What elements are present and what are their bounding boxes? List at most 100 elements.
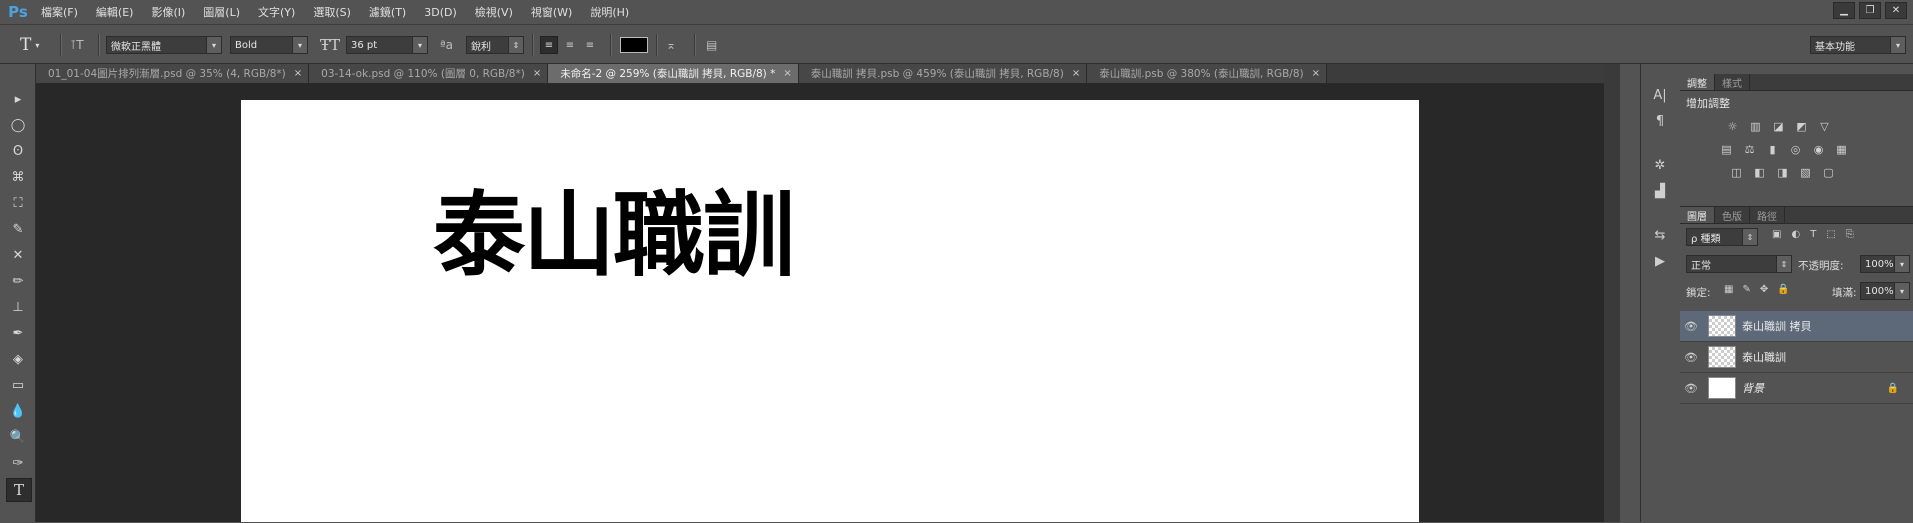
brush-tool-icon[interactable]: ✏ <box>6 270 30 292</box>
canvas-text-layer[interactable]: 泰山職訓 <box>433 190 795 282</box>
menu-edit[interactable]: 編輯(E) <box>87 4 143 20</box>
marquee-tool-icon[interactable]: ◯ <box>6 114 30 136</box>
stamp-tool-icon[interactable]: ⊥ <box>6 296 30 318</box>
align-center-icon[interactable]: ≡ <box>562 37 578 53</box>
pen-tool-icon[interactable]: ✑ <box>6 452 30 474</box>
filter-type-icon[interactable]: T <box>1810 229 1816 240</box>
minimize-button[interactable]: ▁ <box>1833 2 1855 19</box>
character-icon[interactable]: A| <box>1651 86 1669 104</box>
color-balance-icon[interactable]: ⚖ <box>1741 142 1758 157</box>
tab-document-4[interactable]: 泰山職訓 拷貝.psb @ 459% (泰山職訓 拷貝, RGB/8) × <box>798 64 1088 83</box>
hue-saturation-icon[interactable]: ▤ <box>1718 142 1735 157</box>
swap-icon[interactable]: ⇆ <box>1651 226 1669 244</box>
menu-filter[interactable]: 濾鏡(T) <box>360 4 415 20</box>
layer-name[interactable]: 背景 <box>1742 380 1764 396</box>
anti-alias-select[interactable]: 銳利 ⇕ <box>466 36 524 54</box>
lasso-tool-icon[interactable]: ʘ <box>6 140 30 162</box>
brightness-icon[interactable]: ☼ <box>1724 119 1741 134</box>
layer-name[interactable]: 泰山職訓 拷貝 <box>1742 318 1812 334</box>
layer-row[interactable]: 👁 泰山職訓 <box>1680 342 1913 373</box>
type-tool-icon[interactable]: T <box>6 478 32 502</box>
menu-select[interactable]: 選取(S) <box>304 4 360 20</box>
filter-shape-icon[interactable]: ⬚ <box>1826 229 1835 240</box>
dodge-tool-icon[interactable]: 🔍 <box>6 426 30 448</box>
vertical-scrollbar[interactable] <box>1604 64 1620 522</box>
invert-icon[interactable]: ◫ <box>1728 165 1745 180</box>
navigator-icon[interactable]: ✲ <box>1651 156 1669 174</box>
warp-text-icon[interactable]: ⌅ <box>666 35 676 55</box>
menu-image[interactable]: 影像(I) <box>142 4 194 20</box>
selective-color-icon[interactable]: ▧ <box>1797 165 1814 180</box>
close-icon[interactable]: × <box>294 68 302 79</box>
tab-adjustments[interactable]: 調整 <box>1680 74 1715 90</box>
curves-icon[interactable]: ◪ <box>1770 119 1787 134</box>
lock-transparency-icon[interactable]: ▦ <box>1724 284 1733 295</box>
filter-pixel-icon[interactable]: ▣ <box>1772 229 1781 240</box>
tab-channels[interactable]: 色版 <box>1715 207 1750 223</box>
lock-position-icon[interactable]: ✥ <box>1760 284 1768 295</box>
layer-filter-select[interactable]: ρ 種類 ⇕ <box>1686 228 1758 246</box>
close-icon[interactable]: × <box>783 68 791 79</box>
restore-button[interactable]: ❐ <box>1859 2 1881 19</box>
levels-icon[interactable]: ▥ <box>1747 119 1764 134</box>
eye-icon[interactable]: 👁 <box>1680 320 1702 333</box>
black-white-icon[interactable]: ▮ <box>1764 142 1781 157</box>
menu-type[interactable]: 文字(Y) <box>249 4 304 20</box>
crop-tool-icon[interactable]: ⛶ <box>6 192 30 214</box>
filter-smart-object-icon[interactable]: ⎘ <box>1846 229 1854 240</box>
font-family-select[interactable]: 微軟正黑體 ▾ <box>106 36 222 54</box>
gradient-map-icon[interactable]: ▢ <box>1820 165 1837 180</box>
healing-tool-icon[interactable]: ✕ <box>6 244 30 266</box>
filter-adjustment-icon[interactable]: ◐ <box>1791 229 1800 240</box>
actions-play-icon[interactable]: ▶ <box>1651 252 1669 270</box>
photo-filter-icon[interactable]: ◎ <box>1787 142 1804 157</box>
tab-styles[interactable]: 樣式 <box>1715 74 1750 90</box>
eye-icon[interactable]: 👁 <box>1680 351 1702 364</box>
canvas-workspace[interactable]: 泰山職訓 <box>36 84 1640 522</box>
tab-document-2[interactable]: 03-14-ok.psd @ 110% (圖層 0, RGB/8*) × <box>309 64 549 83</box>
tab-document-3[interactable]: 未命名-2 @ 259% (泰山職訓 拷貝, RGB/8) * × <box>548 64 799 83</box>
opacity-field[interactable]: 100% ▾ <box>1860 255 1910 273</box>
tab-document-5[interactable]: 泰山職訓.psb @ 380% (泰山職訓, RGB/8) × <box>1087 64 1328 83</box>
menu-view[interactable]: 檢視(V) <box>466 4 522 20</box>
type-tool-preset-icon[interactable]: T ▾ <box>20 35 39 55</box>
histogram-icon[interactable]: ▟ <box>1651 182 1669 200</box>
threshold-icon[interactable]: ◨ <box>1774 165 1791 180</box>
exposure-icon[interactable]: ◩ <box>1793 119 1810 134</box>
eyedropper-tool-icon[interactable]: ✎ <box>6 218 30 240</box>
layer-row[interactable]: 👁 背景 🔒 <box>1680 373 1913 404</box>
menu-window[interactable]: 視窗(W) <box>522 4 581 20</box>
color-lookup-icon[interactable]: ▦ <box>1833 142 1850 157</box>
workspace-select[interactable]: 基本功能 ▾ <box>1810 36 1906 54</box>
gradient-tool-icon[interactable]: ▭ <box>6 374 30 396</box>
text-color-swatch[interactable] <box>620 35 648 55</box>
fill-field[interactable]: 100% ▾ <box>1860 282 1910 300</box>
menu-help[interactable]: 說明(H) <box>581 4 638 20</box>
channel-mixer-icon[interactable]: ◉ <box>1810 142 1827 157</box>
toggle-orientation-icon[interactable]: ⊺T <box>70 35 84 55</box>
blend-mode-select[interactable]: 正常 ⇕ <box>1686 255 1792 273</box>
menu-3d[interactable]: 3D(D) <box>415 6 466 19</box>
layer-row[interactable]: 👁 泰山職訓 拷貝 <box>1680 311 1913 342</box>
lock-all-icon[interactable]: 🔒 <box>1777 284 1789 295</box>
close-icon[interactable]: × <box>1312 68 1320 79</box>
menu-file[interactable]: 檔案(F) <box>32 4 87 20</box>
menu-layer[interactable]: 圖層(L) <box>194 4 249 20</box>
character-panel-icon[interactable]: ▤ <box>706 35 717 55</box>
close-icon[interactable]: × <box>1072 68 1080 79</box>
vibrance-icon[interactable]: ▽ <box>1816 119 1833 134</box>
close-icon[interactable]: × <box>533 68 541 79</box>
quick-select-tool-icon[interactable]: ⌘ <box>6 166 30 188</box>
posterize-icon[interactable]: ◧ <box>1751 165 1768 180</box>
align-left-icon[interactable]: ≡ <box>540 36 558 54</box>
history-brush-tool-icon[interactable]: ✒ <box>6 322 30 344</box>
eye-icon[interactable]: 👁 <box>1680 382 1702 395</box>
paragraph-icon[interactable]: ¶ <box>1651 112 1669 130</box>
font-size-select[interactable]: 36 pt ▾ <box>346 36 428 54</box>
layer-name[interactable]: 泰山職訓 <box>1742 349 1786 365</box>
lock-pixels-icon[interactable]: ✎ <box>1742 284 1750 295</box>
close-button[interactable]: ✕ <box>1885 2 1907 19</box>
eraser-tool-icon[interactable]: ◈ <box>6 348 30 370</box>
tab-document-1[interactable]: 01_01-04圖片排列漸層.psd @ 35% (4, RGB/8*) × <box>36 64 310 83</box>
tab-layers[interactable]: 圖層 <box>1680 207 1715 223</box>
